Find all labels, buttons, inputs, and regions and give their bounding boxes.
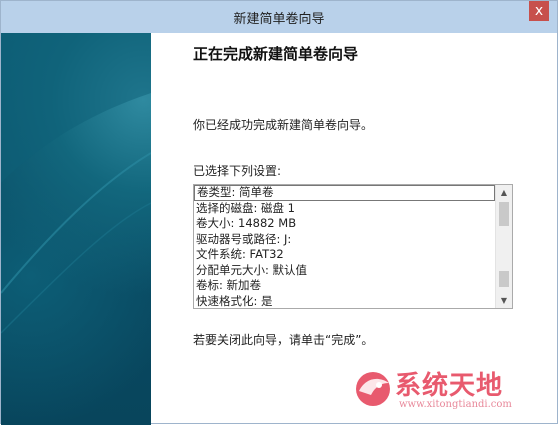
close-hint: 若要关闭此向导，请单击“完成”。 [193,333,374,347]
wave-decoration [1,33,151,334]
settings-list-item[interactable]: 卷标: 新加卷 [194,278,495,294]
settings-label: 已选择下列设置: [193,164,282,178]
scroll-down-arrow-icon[interactable]: ▼ [496,293,512,308]
settings-list-item[interactable]: 选择的磁盘: 磁盘 1 [194,201,495,217]
watermark-bird-icon [356,372,390,406]
scrollbar-thumb-lower[interactable] [499,271,509,287]
settings-list-item[interactable]: 卷类型: 简单卷 [194,185,495,201]
page-title: 正在完成新建简单卷向导 [193,45,359,63]
settings-list-item[interactable]: 快速格式化: 是 [194,294,495,309]
settings-listbox[interactable]: 卷类型: 简单卷 选择的磁盘: 磁盘 1 卷大小: 14882 MB 驱动器号或路径:… [193,184,513,309]
watermark-brand: 系统天地 [395,371,504,401]
title-bar[interactable]: 新建简单卷向导 x [1,1,557,34]
settings-list-item[interactable]: 驱动器号或路径: J: [194,232,495,248]
success-message: 你已经成功完成新建简单卷向导。 [193,118,374,132]
close-icon: x [534,3,544,19]
scrollbar-thumb[interactable] [499,202,509,226]
wizard-sidebar-banner [1,33,151,425]
close-button[interactable]: x [529,1,549,21]
window-title: 新建简单卷向导 [233,12,325,27]
watermark-url: www.xitongtiandi.com [399,399,512,410]
vertical-scrollbar[interactable]: ▲ ▼ [495,185,512,308]
scroll-up-arrow-icon[interactable]: ▲ [496,185,512,200]
settings-list-item[interactable]: 分配单元大小: 默认值 [194,263,495,279]
settings-list: 卷类型: 简单卷 选择的磁盘: 磁盘 1 卷大小: 14882 MB 驱动器号或路径:… [194,185,495,309]
wizard-window: 新建简单卷向导 x 正在完成新建简单卷向导 你已经成功完成新建简单卷向导。 已选… [0,0,558,425]
settings-list-item[interactable]: 卷大小: 14882 MB [194,216,495,232]
settings-list-item[interactable]: 文件系统: FAT32 [194,247,495,263]
watermark-logo: 系统天地 www.xitongtiandi.com [351,365,551,419]
